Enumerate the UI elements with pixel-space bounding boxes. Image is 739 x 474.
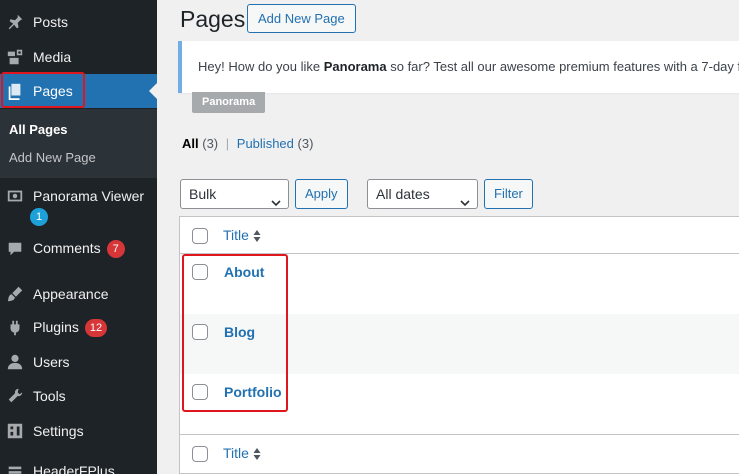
notice-prefix: Hey! How do you like bbox=[198, 59, 324, 74]
filter-button[interactable]: Filter bbox=[484, 179, 533, 209]
wrench-icon bbox=[5, 386, 25, 406]
sidebar-item-label: HeaderFPlus bbox=[33, 463, 115, 474]
row-title-link[interactable]: Portfolio bbox=[224, 384, 282, 400]
settings-icon bbox=[5, 421, 25, 441]
row-title-link[interactable]: About bbox=[224, 264, 264, 280]
row-checkbox[interactable] bbox=[192, 264, 208, 280]
sidebar-item-appearance[interactable]: Appearance bbox=[0, 277, 157, 311]
pushpin-icon bbox=[5, 12, 25, 32]
column-title-label: Title bbox=[223, 227, 249, 243]
sidebar-item-label: Settings bbox=[33, 423, 84, 439]
sidebar-item-comments[interactable]: Comments 7 bbox=[0, 232, 157, 266]
row-title-link[interactable]: Blog bbox=[224, 324, 255, 340]
sidebar-item-label: Posts bbox=[33, 14, 69, 30]
main-content: Pages Add New Page Hey! How do you like … bbox=[157, 0, 739, 474]
sidebar-item-label: Appearance bbox=[33, 286, 109, 302]
sidebar-item-plugins[interactable]: Plugins 12 bbox=[0, 311, 157, 345]
column-title-sort-footer[interactable]: Title bbox=[223, 445, 261, 461]
plugins-label: Plugins bbox=[33, 318, 79, 335]
column-title-sort[interactable]: Title bbox=[223, 227, 261, 243]
table-row: Blog bbox=[180, 314, 739, 374]
pages-table: Title About Blog Portfolio Title bbox=[179, 216, 739, 474]
sidebar-item-label: Panorama Viewer bbox=[33, 188, 145, 204]
sidebar-item-label: Plugins 12 bbox=[33, 318, 108, 338]
table-row: About bbox=[180, 254, 739, 314]
add-new-page-button[interactable]: Add New Page bbox=[247, 4, 356, 33]
panorama-count-badge: 1 bbox=[30, 208, 48, 226]
bulk-actions-select[interactable]: Bulk actions bbox=[180, 179, 289, 230]
notice-text: Hey! How do you like Panorama so far? Te… bbox=[198, 59, 739, 74]
page-title: Pages bbox=[180, 6, 246, 32]
sidebar-item-label: Users bbox=[33, 354, 70, 370]
chevron-down-icon bbox=[271, 189, 281, 207]
comment-icon bbox=[5, 239, 25, 259]
dates-value: All dates bbox=[376, 186, 430, 202]
status-filters: All (3) | Published (3) bbox=[182, 136, 313, 151]
filter-published-count: (3) bbox=[297, 136, 314, 151]
panorama-notice: Hey! How do you like Panorama so far? Te… bbox=[178, 41, 739, 93]
menu-icon bbox=[5, 462, 25, 474]
submenu-add-new-page[interactable]: Add New Page bbox=[9, 150, 96, 165]
comments-count-badge: 7 bbox=[106, 240, 125, 259]
admin-sidebar: Posts Media Pages All Pages Add New Page… bbox=[0, 0, 157, 474]
chevron-down-icon bbox=[460, 189, 470, 207]
select-all-checkbox-footer[interactable] bbox=[192, 446, 208, 462]
select-all-checkbox[interactable] bbox=[192, 228, 208, 244]
apply-button[interactable]: Apply bbox=[295, 179, 348, 209]
sidebar-item-posts[interactable]: Posts bbox=[0, 5, 157, 39]
sidebar-item-panorama-viewer[interactable]: Panorama Viewer 1 bbox=[0, 180, 157, 226]
sidebar-item-tools[interactable]: Tools bbox=[0, 379, 157, 413]
sidebar-item-users[interactable]: Users bbox=[0, 345, 157, 379]
filter-separator: | bbox=[225, 136, 230, 151]
sidebar-item-headerfplus[interactable]: HeaderFPlus bbox=[0, 458, 157, 474]
sidebar-item-settings[interactable]: Settings bbox=[0, 414, 157, 448]
table-footer-row: Title bbox=[180, 435, 739, 474]
panorama-icon bbox=[5, 186, 25, 206]
sidebar-item-pages[interactable]: Pages bbox=[0, 74, 157, 108]
sidebar-item-label: Tools bbox=[33, 388, 66, 404]
table-header-row: Title bbox=[180, 217, 739, 253]
comments-label: Comments bbox=[33, 239, 101, 256]
filter-all-count: (3) bbox=[202, 136, 219, 151]
plugin-icon bbox=[5, 318, 25, 338]
panorama-tag: Panorama bbox=[192, 92, 266, 113]
sort-icon bbox=[253, 448, 261, 461]
notice-brand: Panorama bbox=[323, 59, 387, 74]
brush-icon bbox=[5, 284, 25, 304]
notice-suffix: so far? Test all our awesome premium fea… bbox=[386, 59, 739, 74]
pages-icon bbox=[5, 81, 25, 101]
submenu-all-pages[interactable]: All Pages bbox=[9, 122, 68, 137]
pages-submenu: All Pages Add New Page bbox=[0, 109, 157, 178]
user-icon bbox=[5, 352, 25, 372]
sidebar-item-label: Pages bbox=[33, 83, 73, 99]
sidebar-item-media[interactable]: Media bbox=[0, 40, 157, 74]
media-icon bbox=[5, 47, 25, 67]
sort-icon bbox=[253, 230, 261, 243]
sidebar-item-label: Comments 7 bbox=[33, 239, 125, 259]
sidebar-item-label: Media bbox=[33, 49, 72, 65]
filter-all-link[interactable]: All bbox=[182, 136, 199, 151]
table-row: Portfolio bbox=[180, 374, 739, 434]
dates-select[interactable]: All dates bbox=[367, 179, 478, 209]
column-title-label: Title bbox=[223, 445, 249, 461]
row-checkbox[interactable] bbox=[192, 324, 208, 340]
filter-published-link[interactable]: Published bbox=[237, 136, 294, 151]
plugins-count-badge: 12 bbox=[84, 319, 108, 338]
row-checkbox[interactable] bbox=[192, 384, 208, 400]
